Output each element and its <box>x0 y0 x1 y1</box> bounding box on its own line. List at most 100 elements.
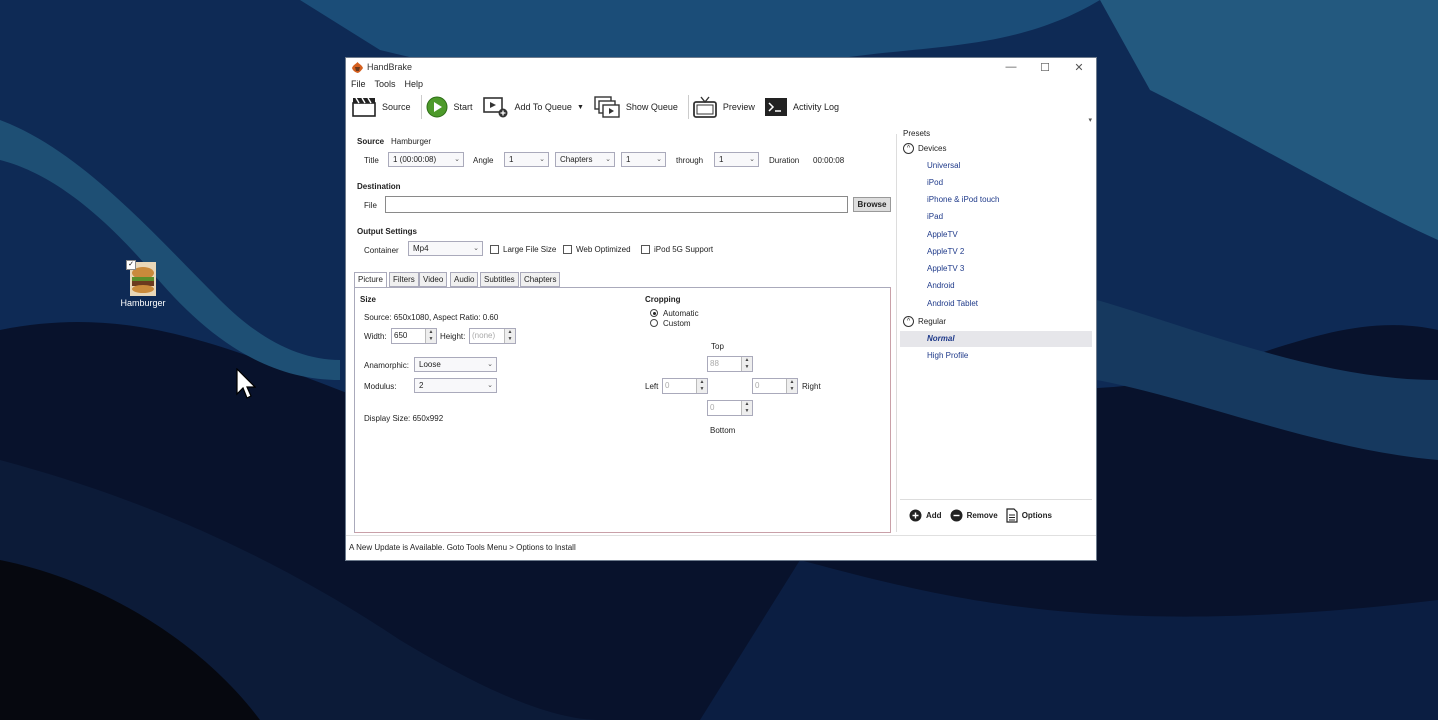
activity-log-button[interactable]: Activity Log <box>764 98 839 116</box>
modulus-select[interactable]: 2 ⌄ <box>414 378 497 393</box>
stepper-arrows-icon[interactable]: ▲ ▼ <box>786 379 797 393</box>
chevron-down-icon[interactable]: ▼ <box>577 104 584 111</box>
crop-automatic-radio[interactable] <box>650 309 658 317</box>
web-optimized-label: Web Optimized <box>576 245 631 254</box>
preset-iphone-ipod-touch[interactable]: iPhone & iPod touch <box>927 195 1000 204</box>
preset-appletv-2[interactable]: AppleTV 2 <box>927 247 964 256</box>
preset-ipad[interactable]: iPad <box>927 212 943 221</box>
anamorphic-select[interactable]: Loose ⌄ <box>414 357 497 372</box>
tv-icon <box>693 96 717 118</box>
terminal-icon <box>764 98 787 116</box>
crop-bottom-stepper[interactable]: 0 ▲ ▼ <box>707 400 753 416</box>
toolbar: Source Start Add To Queue ▼ Show Queue P… <box>346 92 1096 122</box>
add-to-queue-button[interactable]: Add To Queue ▼ <box>482 96 584 118</box>
tab-picture[interactable]: Picture <box>354 272 387 288</box>
tab-audio[interactable]: Audio <box>450 272 479 287</box>
destination-file-input[interactable] <box>385 196 848 213</box>
crop-bottom-value: 0 <box>710 403 715 412</box>
source-button[interactable]: Source <box>352 97 411 117</box>
stepper-arrows-icon[interactable]: ▲ ▼ <box>741 357 752 371</box>
preset-android-tablet[interactable]: Android Tablet <box>927 299 978 308</box>
collapse-icon: ^ <box>903 143 914 154</box>
range-to-select[interactable]: 1 ⌄ <box>714 152 759 167</box>
container-select[interactable]: Mp4 ⌄ <box>408 241 483 256</box>
ipod-5g-checkbox[interactable] <box>641 245 650 254</box>
height-stepper[interactable]: (none) ▲ ▼ <box>469 328 516 344</box>
angle-select[interactable]: 1 ⌄ <box>504 152 549 167</box>
handbrake-app-icon <box>352 61 363 73</box>
stepper-arrows-icon[interactable]: ▲ ▼ <box>504 329 515 343</box>
chevron-down-icon: ⌄ <box>473 245 479 252</box>
browse-button[interactable]: Browse <box>853 197 891 212</box>
crop-bottom-label: Bottom <box>710 426 736 435</box>
picture-panel: Size Source: 650x1080, Aspect Ratio: 0.6… <box>354 287 891 533</box>
preset-group-devices[interactable]: ^ Devices <box>903 143 946 154</box>
menu-help[interactable]: Help <box>405 79 424 89</box>
toolbar-separator <box>420 95 422 119</box>
preset-appletv-3[interactable]: AppleTV 3 <box>927 264 964 273</box>
hamburger-file-icon: ✓ <box>126 260 156 296</box>
preset-android[interactable]: Android <box>927 281 955 290</box>
range-type-select[interactable]: Chapters ⌄ <box>555 152 615 167</box>
crop-left-stepper[interactable]: 0 ▲ ▼ <box>662 378 708 394</box>
menu-tools[interactable]: Tools <box>375 79 396 89</box>
start-label: Start <box>453 102 473 112</box>
preset-appletv[interactable]: AppleTV <box>927 230 958 239</box>
play-icon <box>426 96 448 118</box>
modulus-label: Modulus: <box>364 382 397 391</box>
maximize-button[interactable]: ☐ <box>1028 61 1062 74</box>
preset-options-button[interactable]: Options <box>1006 508 1052 523</box>
web-optimized-checkbox[interactable] <box>563 245 572 254</box>
title-bar[interactable]: HandBrake — ☐ ✕ <box>346 58 1096 76</box>
close-button[interactable]: ✕ <box>1062 61 1096 74</box>
crop-right-label: Right <box>802 382 821 391</box>
chevron-down-icon: ⌄ <box>656 156 662 163</box>
minimize-button[interactable]: — <box>994 61 1028 73</box>
width-stepper[interactable]: 650 ▲ ▼ <box>391 328 437 344</box>
add-preset-button[interactable]: Add <box>909 509 942 522</box>
crop-left-value: 0 <box>665 381 670 390</box>
preset-group-regular[interactable]: ^ Regular <box>903 316 946 327</box>
menu-file[interactable]: File <box>351 79 366 89</box>
container-label: Container <box>364 246 399 255</box>
chevron-down-icon: ⌄ <box>487 361 493 368</box>
preset-high-profile[interactable]: High Profile <box>927 351 968 360</box>
preset-universal[interactable]: Universal <box>927 161 960 170</box>
mouse-cursor-icon <box>236 368 256 399</box>
range-from-select[interactable]: 1 ⌄ <box>621 152 666 167</box>
tab-subtitles[interactable]: Subtitles <box>480 272 519 287</box>
crop-top-value: 88 <box>710 359 719 368</box>
large-file-size-checkbox[interactable] <box>490 245 499 254</box>
size-heading: Size <box>360 295 377 304</box>
tab-filters[interactable]: Filters <box>389 272 419 287</box>
desktop-icon-label: Hamburger <box>120 298 166 308</box>
stepper-arrows-icon[interactable]: ▲ ▼ <box>696 379 707 393</box>
plus-circle-icon <box>909 509 922 522</box>
crop-top-stepper[interactable]: 88 ▲ ▼ <box>707 356 753 372</box>
height-label: Height: <box>440 332 466 341</box>
preview-button[interactable]: Preview <box>693 96 755 118</box>
activity-log-label: Activity Log <box>792 102 839 112</box>
anamorphic-label: Anamorphic: <box>364 361 409 370</box>
desktop-icon-hamburger[interactable]: ✓ Hamburger <box>116 260 170 308</box>
large-file-size-label: Large File Size <box>503 245 557 254</box>
start-button[interactable]: Start <box>426 96 473 118</box>
preset-ipod[interactable]: iPod <box>927 178 943 187</box>
crop-left-label: Left <box>645 382 659 391</box>
crop-custom-radio[interactable] <box>650 319 658 327</box>
tab-video[interactable]: Video <box>419 272 448 287</box>
toolbar-overflow-icon[interactable]: ▾ <box>1088 116 1092 124</box>
preset-options-label: Options <box>1021 511 1052 520</box>
stepper-arrows-icon[interactable]: ▲ ▼ <box>741 401 752 415</box>
crop-right-stepper[interactable]: 0 ▲ ▼ <box>752 378 798 394</box>
tab-chapters[interactable]: Chapters <box>520 272 561 287</box>
status-divider <box>346 535 1096 536</box>
chevron-down-icon: ⌄ <box>454 156 460 163</box>
show-queue-button[interactable]: Show Queue <box>594 96 678 118</box>
add-preset-label: Add <box>926 511 942 520</box>
remove-preset-button[interactable]: Remove <box>950 509 998 522</box>
preset-normal[interactable]: Normal <box>927 334 955 343</box>
crop-right-value: 0 <box>755 381 760 390</box>
stepper-arrows-icon[interactable]: ▲ ▼ <box>425 329 436 343</box>
title-select[interactable]: 1 (00:00:08) ⌄ <box>388 152 464 167</box>
